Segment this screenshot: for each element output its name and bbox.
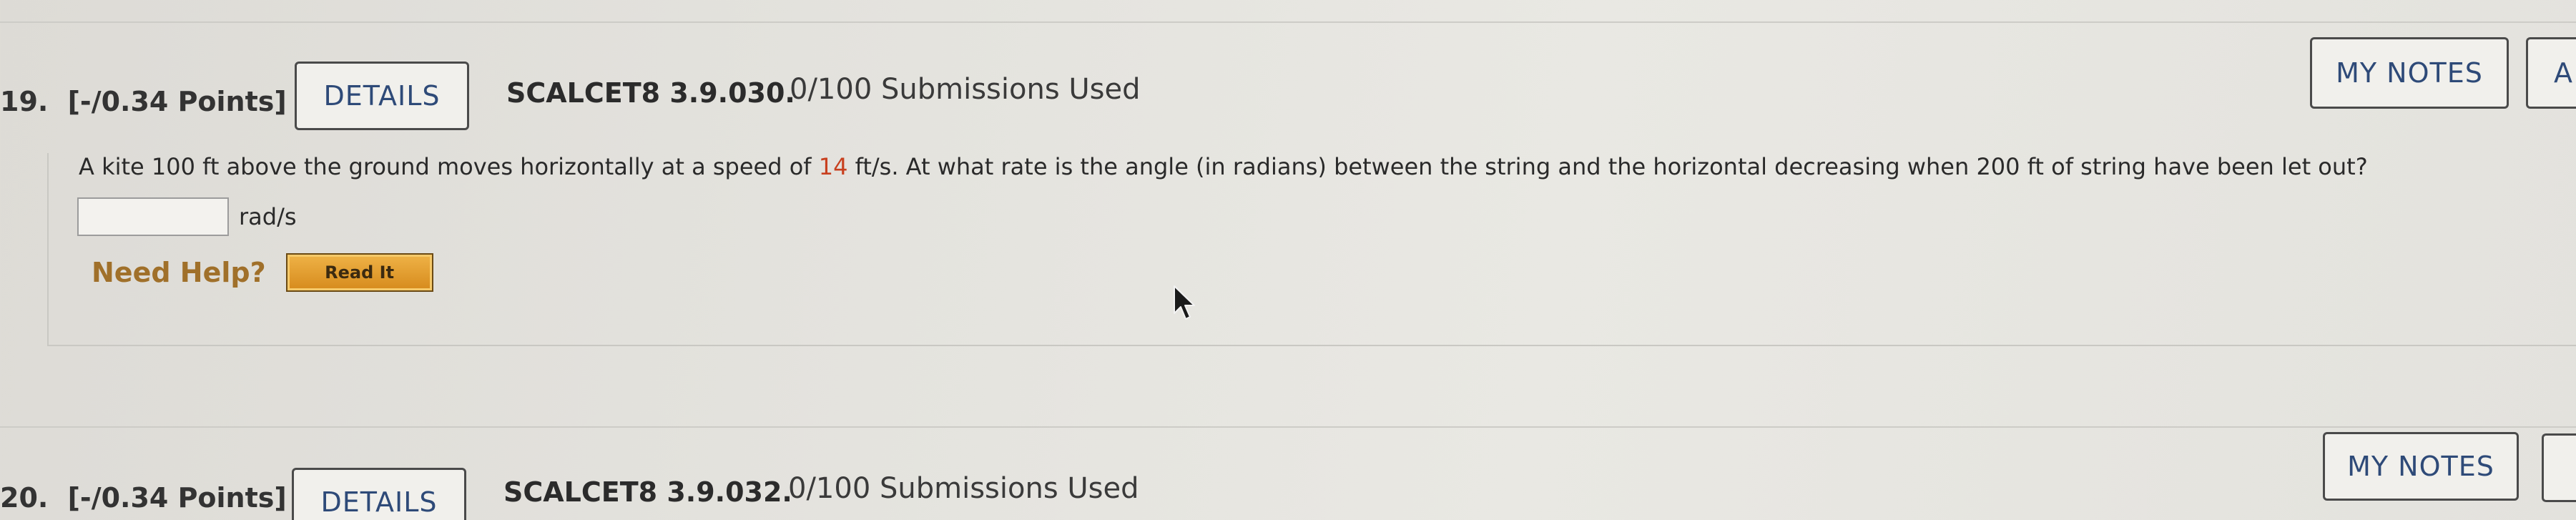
question-20-details-button[interactable]: DETAILS	[292, 468, 466, 520]
question-19-code: SCALCET8 3.9.030.	[506, 77, 795, 109]
question-20-number: 20. [-/0.34 Points]	[0, 482, 287, 514]
question-20-header: 20. [-/0.34 Points] DETAILS SCALCET8 3.9…	[0, 458, 2576, 520]
question-20-submissions: 0/100 Submissions Used	[788, 472, 1139, 505]
question-19-ask-button[interactable]: A	[2526, 37, 2576, 109]
question-19-body: A kite 100 ft above the ground moves hor…	[47, 153, 2576, 346]
question-20-ask-button[interactable]	[2542, 433, 2576, 502]
top-divider	[0, 21, 2576, 23]
question-19-number: 19. [-/0.34 Points]	[0, 86, 287, 117]
question-19-points: [-/0.34 Points]	[67, 86, 287, 117]
question-19-speed-value: 14	[818, 153, 848, 180]
question-20-my-notes-button[interactable]: MY NOTES	[2323, 432, 2519, 501]
question-19-my-notes-button[interactable]: MY NOTES	[2310, 37, 2509, 109]
question-19-need-help-label: Need Help?	[92, 257, 266, 288]
question-19-text: A kite 100 ft above the ground moves hor…	[79, 153, 2368, 180]
question-19-header: 19. [-/0.34 Points] DETAILS SCALCET8 3.9…	[0, 62, 2576, 133]
question-19-read-it-button[interactable]: Read It	[285, 253, 433, 292]
question-19-answer-row: rad/s	[77, 197, 297, 236]
question-19-unit: rad/s	[239, 203, 297, 230]
question-19-submissions: 0/100 Submissions Used	[790, 73, 1141, 106]
mouse-pointer-icon	[1174, 285, 1195, 320]
question-20-divider	[0, 426, 2576, 428]
question-20-code: SCALCET8 3.9.032.	[503, 476, 792, 508]
question-19-help-row: Need Help? Read It	[92, 253, 433, 292]
question-19-answer-input[interactable]	[77, 197, 229, 236]
question-19-details-button[interactable]: DETAILS	[295, 62, 469, 130]
question-20-points: [-/0.34 Points]	[67, 482, 287, 514]
